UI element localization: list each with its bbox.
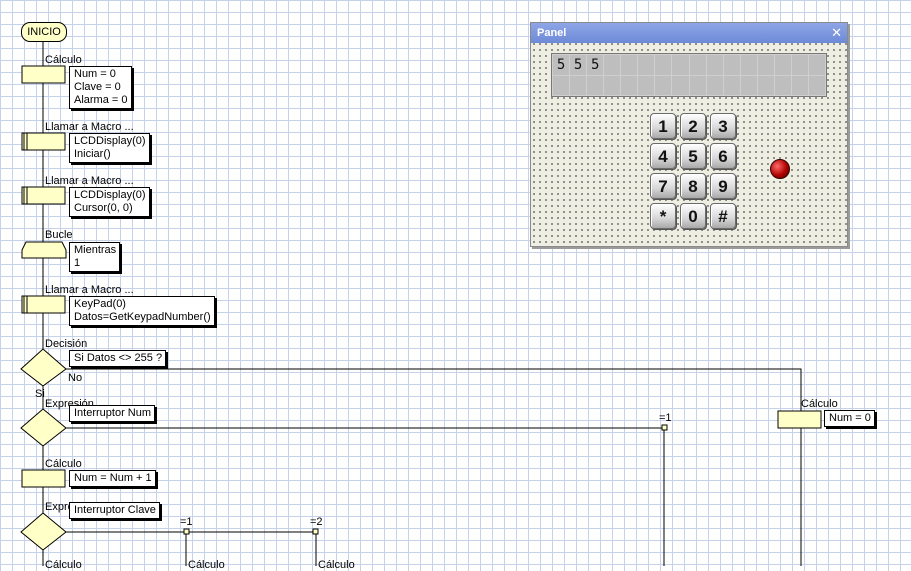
keypad-key-5[interactable]: 5 <box>680 143 706 169</box>
lcd-cell <box>706 76 723 95</box>
block-title: Cálculo <box>45 458 82 470</box>
lcd-cell <box>621 55 638 75</box>
macro-block-1[interactable] <box>21 132 66 151</box>
keypad-key-3[interactable]: 3 <box>710 113 736 139</box>
lcd-cell <box>808 55 825 75</box>
switch-diamond-1[interactable] <box>20 408 67 447</box>
lcd-cell <box>774 76 791 95</box>
lcd-cell <box>689 55 706 75</box>
no-label: No <box>68 372 83 384</box>
lcd-cell <box>689 76 706 95</box>
keypad-key-1[interactable]: 1 <box>650 113 676 139</box>
block-title: Llamar a Macro ... <box>45 284 134 296</box>
loop-block[interactable] <box>21 241 67 259</box>
panel-title: Panel <box>537 27 567 39</box>
lcd-cell <box>740 76 757 95</box>
lcd-cell <box>604 55 621 75</box>
block-title: Cálculo <box>801 398 838 410</box>
calc-callout-2: Num = Num + 1 <box>69 470 156 487</box>
block-title: Llamar a Macro ... <box>45 121 134 133</box>
macro-callout-2: LCDDisplay(0) Cursor(0, 0) <box>69 187 150 217</box>
keypad-key-0[interactable]: 0 <box>680 203 706 229</box>
lcd-cell <box>723 55 740 75</box>
lcd-cell <box>791 76 808 95</box>
switch-callout-1: Interruptor Num <box>69 405 156 422</box>
lcd-cell <box>553 76 570 95</box>
lcd-cell <box>774 55 791 75</box>
block-title: Cálculo <box>45 54 82 66</box>
loop-callout: Mientras 1 <box>69 242 121 272</box>
panel-titlebar[interactable]: Panel ✕ <box>531 23 847 43</box>
lcd-cell: 5 <box>570 55 587 75</box>
lcd-cell <box>638 76 655 95</box>
lcd-cell <box>808 76 825 95</box>
block-title: Decisión <box>45 338 88 350</box>
lcd-cell: 5 <box>553 55 570 75</box>
close-icon[interactable]: ✕ <box>831 23 842 43</box>
lcd-cell <box>757 76 774 95</box>
lcd-cell <box>638 55 655 75</box>
block-title: Llamar a Macro ... <box>45 175 134 187</box>
calc-callout-right: Num = 0 <box>824 410 875 427</box>
keypad-key-4[interactable]: 4 <box>650 143 676 169</box>
lcd-cell <box>672 76 689 95</box>
block-title: Cálculo <box>318 559 355 571</box>
block-title: Cálculo <box>188 559 225 571</box>
calc-block-right[interactable] <box>777 410 822 429</box>
keypad-key-7[interactable]: 7 <box>650 173 676 199</box>
keypad-key-2[interactable]: 2 <box>680 113 706 139</box>
lcd-cell <box>791 55 808 75</box>
keypad-key-star[interactable]: * <box>650 203 676 229</box>
block-title: Cálculo <box>45 559 82 571</box>
keypad-key-8[interactable]: 8 <box>680 173 706 199</box>
led-indicator <box>770 159 790 179</box>
lcd-cell <box>672 55 689 75</box>
lcd-cell <box>757 55 774 75</box>
case-label: =1 <box>180 516 193 528</box>
lcd-cell <box>740 55 757 75</box>
calc-block-2[interactable] <box>21 469 66 488</box>
lcd-cell <box>570 76 587 95</box>
case-label: =2 <box>310 516 323 528</box>
panel-window: Panel ✕ 555 1 2 3 4 5 6 7 8 9 * 0 # <box>530 22 848 247</box>
keypad-key-6[interactable]: 6 <box>710 143 736 169</box>
macro-callout-3: KeyPad(0) Datos=GetKeypadNumber() <box>69 296 215 326</box>
macro-block-3[interactable] <box>21 295 66 314</box>
lcd-cell <box>621 76 638 95</box>
lcd-cell <box>655 76 672 95</box>
lcd-cell <box>655 55 672 75</box>
lcd-cell <box>604 76 621 95</box>
keypad-key-hash[interactable]: # <box>710 203 736 229</box>
switch-callout-2: Interruptor Clave <box>69 502 160 519</box>
yes-label: Si <box>35 388 45 400</box>
lcd-cell <box>706 55 723 75</box>
calc-callout-1: Num = 0 Clave = 0 Alarma = 0 <box>69 66 132 109</box>
macro-block-2[interactable] <box>21 186 66 205</box>
decision-diamond[interactable] <box>20 348 67 387</box>
decision-callout: Si Datos <> 255 ? <box>69 350 167 367</box>
case-label: =1 <box>659 412 672 424</box>
lcd-cell <box>723 76 740 95</box>
switch-diamond-2[interactable] <box>20 512 67 551</box>
keypad-key-9[interactable]: 9 <box>710 173 736 199</box>
macro-callout-1: LCDDisplay(0) Iniciar() <box>69 133 150 163</box>
keypad: 1 2 3 4 5 6 7 8 9 * 0 # <box>650 113 736 229</box>
lcd-cell <box>587 76 604 95</box>
block-title: Bucle <box>45 229 73 241</box>
start-terminal[interactable]: INICIO <box>21 22 67 42</box>
lcd-display: 555 <box>551 53 827 97</box>
lcd-cell: 5 <box>587 55 604 75</box>
calc-block-1[interactable] <box>21 65 66 84</box>
